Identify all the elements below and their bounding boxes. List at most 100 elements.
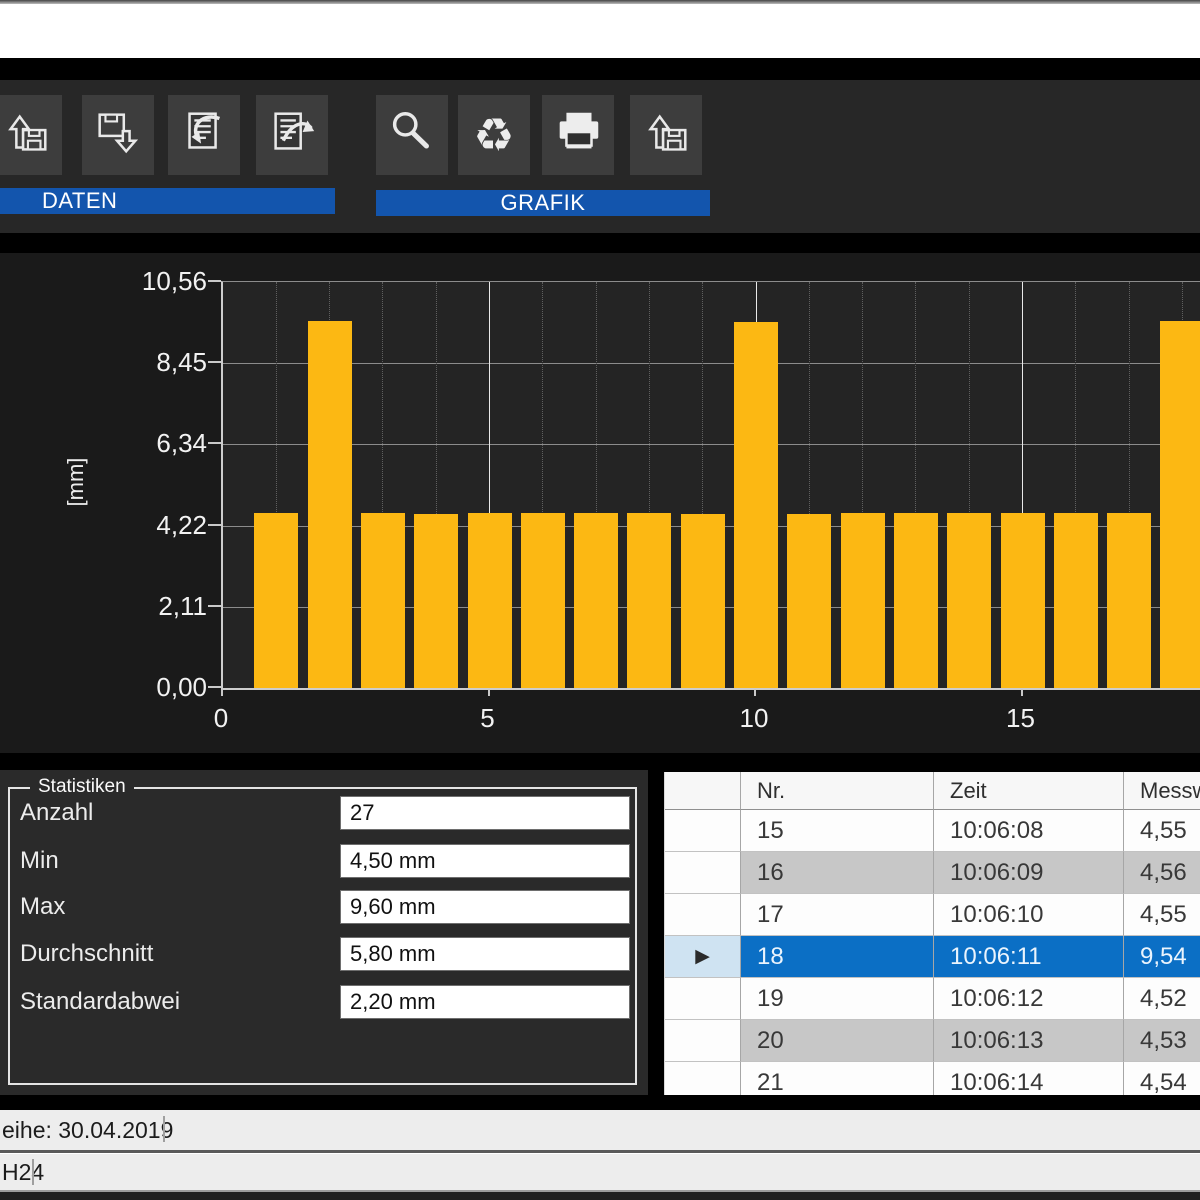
series-date-text: eihe: 30.04.2019	[2, 1117, 173, 1144]
stat-label-max: Max	[20, 893, 65, 921]
load-data-button[interactable]	[0, 95, 62, 175]
gridline-horizontal	[223, 444, 1200, 445]
toolbar-group-label-grafik: GRAFIK	[376, 190, 710, 216]
row-selector-cell[interactable]	[665, 810, 741, 852]
table-cell[interactable]: 10:06:12	[934, 978, 1124, 1020]
disk-up-arrow-icon	[0, 106, 53, 165]
table-header-nr[interactable]: Nr.	[741, 772, 934, 810]
window-title-band	[0, 4, 1200, 58]
x-axis-tick	[754, 689, 756, 696]
table-row[interactable]: 1610:06:094,56	[665, 852, 1200, 894]
status-separator	[163, 1116, 165, 1142]
y-axis-label: 8,45	[115, 347, 207, 378]
table-cell[interactable]: 4,55	[1124, 810, 1200, 852]
table-cell[interactable]: 21	[741, 1062, 934, 1095]
recycle-icon: ♻	[473, 112, 514, 158]
stat-label-standardabwei: Standardabwei	[20, 988, 180, 1016]
bar-measurement-14	[947, 513, 991, 688]
export-graphic-button[interactable]	[630, 95, 702, 175]
group-label-daten-text: DATEN	[42, 188, 117, 214]
table-cell[interactable]: 4,56	[1124, 852, 1200, 894]
bottom-region: Statistiken AnzahlMinMaxDurchschnittStan…	[0, 770, 1200, 1095]
bar-measurement-5	[468, 513, 512, 688]
y-axis-tick	[208, 280, 221, 282]
table-cell[interactable]: 4,55	[1124, 894, 1200, 936]
table-cell[interactable]: 4,54	[1124, 1062, 1200, 1095]
table-cell[interactable]: 10:06:13	[934, 1020, 1124, 1062]
table-cell[interactable]: 4,53	[1124, 1020, 1200, 1062]
table-cell[interactable]: 15	[741, 810, 934, 852]
refresh-button[interactable]: ♻	[458, 95, 530, 175]
table-cell[interactable]: 4,52	[1124, 978, 1200, 1020]
document-import-icon	[177, 106, 231, 165]
table-row[interactable]: 1510:06:084,55	[665, 810, 1200, 852]
x-axis-tick	[1021, 689, 1023, 696]
measurement-bar-chart: [mm] 0,002,114,226,348,4510,56051015	[0, 253, 1200, 753]
bar-measurement-12	[841, 513, 885, 688]
table-row[interactable]: 1910:06:124,52	[665, 978, 1200, 1020]
disk-up-arrow-icon	[639, 106, 693, 165]
row-selector-cell[interactable]	[665, 852, 741, 894]
row-selector-cell[interactable]	[665, 894, 741, 936]
y-axis-tick	[208, 524, 221, 526]
stat-value-min[interactable]	[340, 844, 630, 878]
measurement-app-window: ♻ DATEN GRAFIK [mm] 0,002,114,226,348,45…	[0, 0, 1200, 1200]
row-selector-cell[interactable]	[665, 978, 741, 1020]
y-axis-tick	[208, 361, 221, 363]
device-text: H24	[2, 1159, 44, 1186]
bar-measurement-15	[1001, 513, 1045, 688]
stat-value-anzahl[interactable]	[340, 796, 630, 830]
toolbar-group-label-daten: DATEN	[0, 188, 335, 214]
selected-row-marker[interactable]: ▶	[665, 936, 741, 978]
import-document-button[interactable]	[168, 95, 240, 175]
table-row[interactable]: 2010:06:134,53	[665, 1020, 1200, 1062]
stat-value-durchschnitt[interactable]	[340, 937, 630, 971]
print-button[interactable]	[542, 95, 614, 175]
table-cell[interactable]: 10:06:11	[934, 936, 1124, 978]
y-axis-unit-label: [mm]	[63, 442, 89, 522]
bar-measurement-17	[1107, 513, 1151, 688]
row-selector-cell[interactable]	[665, 1020, 741, 1062]
y-axis-tick	[208, 442, 221, 444]
y-axis-label: 2,11	[115, 591, 207, 622]
table-row[interactable]: 2110:06:144,54	[665, 1062, 1200, 1095]
toolbar: ♻ DATEN GRAFIK	[0, 80, 1200, 233]
table-header-messwert[interactable]: Messwert	[1124, 772, 1200, 810]
table-cell[interactable]: 19	[741, 978, 934, 1020]
table-cell[interactable]: 18	[741, 936, 934, 978]
stat-label-durchschnitt: Durchschnitt	[20, 940, 153, 968]
table-header-selector[interactable]	[665, 772, 741, 810]
bar-measurement-13	[894, 513, 938, 688]
table-row-selected[interactable]: ▶1810:06:119,54	[665, 936, 1200, 978]
table-cell[interactable]: 9,54	[1124, 936, 1200, 978]
save-data-button[interactable]	[82, 95, 154, 175]
bar-measurement-11	[787, 514, 831, 688]
printer-icon	[551, 106, 605, 165]
y-axis-label: 6,34	[115, 428, 207, 459]
table-cell[interactable]: 10:06:08	[934, 810, 1124, 852]
table-cell[interactable]: 10:06:10	[934, 894, 1124, 936]
table-cell[interactable]: 10:06:09	[934, 852, 1124, 894]
bar-measurement-18	[1160, 321, 1200, 688]
window-bottom-edge	[0, 1192, 1200, 1200]
gridline-horizontal	[223, 363, 1200, 364]
bar-measurement-9	[681, 514, 725, 688]
bar-measurement-8	[627, 513, 671, 688]
zoom-button[interactable]	[376, 95, 448, 175]
stat-value-max[interactable]	[340, 890, 630, 924]
status-bar-series: eihe: 30.04.2019	[0, 1110, 1200, 1153]
x-axis-tick	[221, 689, 223, 696]
export-document-button[interactable]	[256, 95, 328, 175]
row-selector-cell[interactable]	[665, 1062, 741, 1095]
stat-value-standardabwei[interactable]	[340, 985, 630, 1019]
table-row[interactable]: 1710:06:104,55	[665, 894, 1200, 936]
table-cell[interactable]: 16	[741, 852, 934, 894]
y-axis-tick	[208, 686, 221, 688]
table-header-zeit[interactable]: Zeit	[934, 772, 1124, 810]
table-cell[interactable]: 20	[741, 1020, 934, 1062]
table-header-row: Nr.ZeitMesswert	[665, 772, 1200, 810]
table-cell[interactable]: 10:06:14	[934, 1062, 1124, 1095]
divider-band	[0, 1095, 1200, 1110]
table-cell[interactable]: 17	[741, 894, 934, 936]
x-axis-label: 0	[191, 703, 251, 734]
